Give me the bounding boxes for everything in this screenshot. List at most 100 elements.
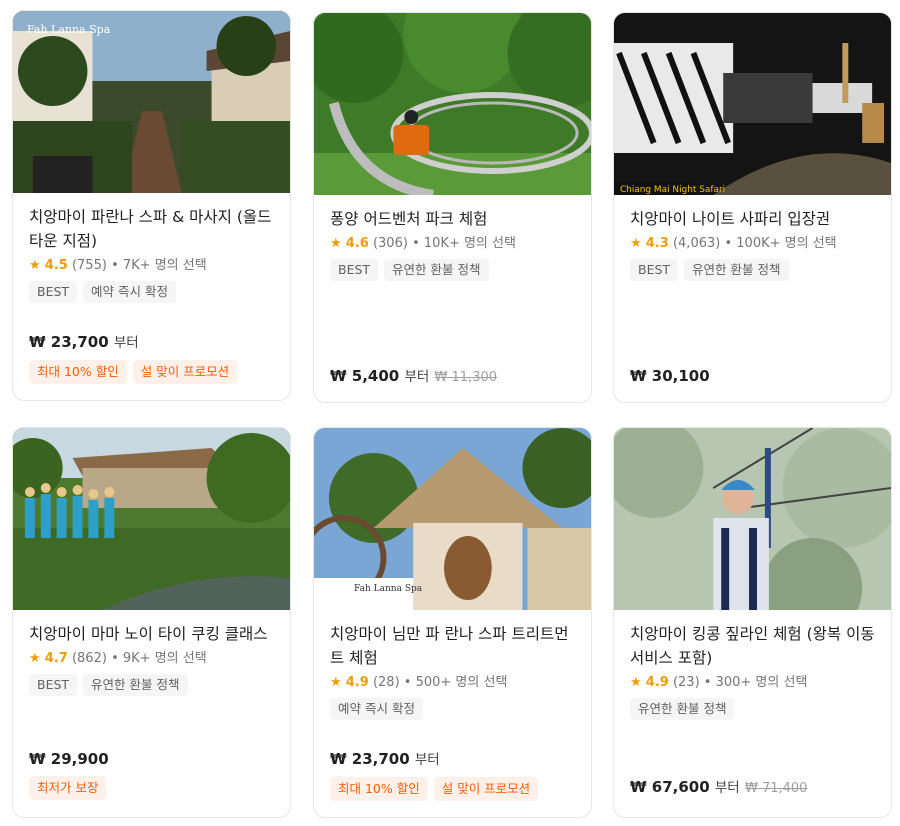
star-icon: ★ bbox=[29, 258, 41, 273]
promo-list: 최저가 보장 bbox=[29, 776, 274, 800]
card-body: 치앙마이 님만 파 란나 스파 트리트먼트 체험 ★ 4.9 (28) • 50… bbox=[314, 610, 591, 732]
spa-pavilion-image bbox=[314, 428, 591, 610]
promo-list: 최대 10% 할인 설 맞이 프로모션 bbox=[330, 777, 575, 801]
star-icon: ★ bbox=[630, 236, 642, 251]
card-image-spa-pavilion: Fah Lanna Spa bbox=[314, 428, 591, 610]
card-tags: BEST 유연한 환불 정책 bbox=[29, 674, 274, 696]
original-price: ₩ 71,400 bbox=[744, 781, 808, 796]
jungle-coaster-image bbox=[314, 13, 591, 195]
card-tags: 유연한 환불 정책 bbox=[630, 698, 875, 720]
tag-badge: 예약 즉시 확정 bbox=[83, 281, 176, 303]
card-price-area: ₩ 30,100 bbox=[630, 365, 875, 387]
tag-badge: 유연한 환불 정책 bbox=[630, 698, 735, 720]
card-body: 치앙마이 킹콩 짚라인 체험 (왕복 이동 서비스 포함) ★ 4.9 (23)… bbox=[614, 610, 891, 732]
card-rating-row: ★ 4.9 (28) • 500+ 명의 선택 bbox=[330, 674, 575, 692]
card-price-area: ₩ 23,700 부터 최대 10% 할인 설 맞이 프로모션 bbox=[330, 748, 575, 801]
card-price: ₩ 67,600 부터 ₩ 71,400 bbox=[630, 776, 875, 800]
booking-count: • 10K+ 명의 선택 bbox=[412, 236, 516, 251]
review-count: (4,063) bbox=[672, 236, 721, 251]
price-suffix: 부터 bbox=[414, 752, 440, 768]
card-price: ₩ 23,700 부터 bbox=[29, 331, 274, 354]
rating-value: 4.9 bbox=[645, 675, 669, 690]
night-safari-image: Chiang Mai Night Safari bbox=[614, 13, 891, 195]
card-price-area: ₩ 23,700 부터 최대 10% 할인 설 맞이 프로모션 bbox=[29, 331, 274, 384]
review-count: (23) bbox=[672, 675, 700, 690]
review-count: (755) bbox=[71, 258, 107, 273]
activity-card[interactable]: Chiang Mai Night Safari 치앙마이 나이트 사파리 입장권… bbox=[613, 12, 892, 403]
star-icon: ★ bbox=[330, 675, 342, 690]
card-title[interactable]: 치앙마이 킹콩 짚라인 체험 (왕복 이동 서비스 포함) bbox=[630, 622, 875, 670]
activity-card[interactable]: 치앙마이 마마 노이 타이 쿠킹 클래스 ★ 4.7 (862) • 9K+ 명… bbox=[12, 427, 291, 818]
star-icon: ★ bbox=[29, 651, 41, 666]
card-body: 치앙마이 마마 노이 타이 쿠킹 클래스 ★ 4.7 (862) • 9K+ 명… bbox=[13, 610, 290, 708]
review-count: (862) bbox=[71, 651, 107, 666]
activity-grid: Fah Lanna Spa 치앙마이 파란나 스파 & 마사지 (올드 타운 지… bbox=[0, 0, 900, 826]
card-price-area: ₩ 29,900 최저가 보장 bbox=[29, 748, 274, 800]
tag-badge: BEST bbox=[630, 259, 679, 281]
card-rating-row: ★ 4.7 (862) • 9K+ 명의 선택 bbox=[29, 650, 274, 668]
card-price: ₩ 23,700 부터 bbox=[330, 748, 575, 771]
card-title[interactable]: 치앙마이 나이트 사파리 입장권 bbox=[630, 207, 875, 231]
rating-value: 4.9 bbox=[345, 675, 369, 690]
card-rating-row: ★ 4.6 (306) • 10K+ 명의 선택 bbox=[330, 235, 575, 253]
star-icon: ★ bbox=[330, 236, 342, 251]
card-body: 퐁양 어드벤처 파크 체험 ★ 4.6 (306) • 10K+ 명의 선택 B… bbox=[314, 195, 591, 293]
booking-count: • 7K+ 명의 선택 bbox=[111, 258, 207, 273]
card-price: ₩ 29,900 bbox=[29, 748, 274, 770]
card-image-cooking-class bbox=[13, 428, 290, 610]
price-value: ₩ 30,100 bbox=[630, 367, 710, 385]
rating-value: 4.6 bbox=[345, 236, 369, 251]
tag-badge: 유연한 환불 정책 bbox=[684, 259, 789, 281]
booking-count: • 100K+ 명의 선택 bbox=[724, 236, 837, 251]
card-rating-row: ★ 4.9 (23) • 300+ 명의 선택 bbox=[630, 674, 875, 692]
star-icon: ★ bbox=[630, 675, 642, 690]
card-tags: BEST 예약 즉시 확정 bbox=[29, 281, 274, 303]
svg-text:Chiang Mai Night Safari: Chiang Mai Night Safari bbox=[620, 185, 725, 195]
booking-count: • 300+ 명의 선택 bbox=[703, 675, 808, 690]
spa-logo-text: Fah Lanna Spa bbox=[27, 23, 111, 36]
cooking-class-image bbox=[13, 428, 290, 610]
tag-badge: 예약 즉시 확정 bbox=[330, 698, 423, 720]
card-tags: BEST 유연한 환불 정책 bbox=[330, 259, 575, 281]
price-value: ₩ 67,600 bbox=[630, 778, 710, 796]
activity-card[interactable]: Fah Lanna Spa 치앙마이 님만 파 란나 스파 트리트먼트 체험 ★… bbox=[313, 427, 592, 818]
card-price-area: ₩ 5,400 부터 ₩ 11,300 bbox=[330, 365, 575, 389]
price-value: ₩ 23,700 bbox=[29, 333, 109, 351]
card-body: 치앙마이 파란나 스파 & 마사지 (올드 타운 지점) ★ 4.5 (755)… bbox=[13, 193, 290, 315]
booking-count: • 500+ 명의 선택 bbox=[403, 675, 508, 690]
card-image-jungle-coaster bbox=[314, 13, 591, 195]
card-title[interactable]: 치앙마이 파란나 스파 & 마사지 (올드 타운 지점) bbox=[29, 205, 274, 253]
tag-badge: 유연한 환불 정책 bbox=[83, 674, 188, 696]
price-suffix: 부터 bbox=[113, 335, 139, 351]
activity-card[interactable]: 퐁양 어드벤처 파크 체험 ★ 4.6 (306) • 10K+ 명의 선택 B… bbox=[313, 12, 592, 403]
promo-badge: 최대 10% 할인 bbox=[330, 777, 428, 801]
card-title[interactable]: 치앙마이 마마 노이 타이 쿠킹 클래스 bbox=[29, 622, 274, 646]
price-value: ₩ 23,700 bbox=[330, 750, 410, 768]
activity-card[interactable]: Fah Lanna Spa 치앙마이 파란나 스파 & 마사지 (올드 타운 지… bbox=[12, 10, 291, 401]
zipline-image bbox=[614, 428, 891, 610]
promo-badge: 설 맞이 프로모션 bbox=[132, 360, 238, 384]
spa-logo-text: Fah Lanna Spa bbox=[354, 584, 423, 594]
card-price: ₩ 5,400 부터 ₩ 11,300 bbox=[330, 365, 575, 389]
promo-badge: 최저가 보장 bbox=[29, 776, 107, 800]
rating-value: 4.3 bbox=[645, 236, 669, 251]
tag-badge: BEST bbox=[29, 674, 78, 696]
card-price: ₩ 30,100 bbox=[630, 365, 875, 387]
card-tags: 예약 즉시 확정 bbox=[330, 698, 575, 720]
tag-badge: BEST bbox=[29, 281, 78, 303]
card-image-night-safari: Chiang Mai Night Safari bbox=[614, 13, 891, 195]
booking-count: • 9K+ 명의 선택 bbox=[111, 651, 207, 666]
promo-badge: 최대 10% 할인 bbox=[29, 360, 127, 384]
card-price-area: ₩ 67,600 부터 ₩ 71,400 bbox=[630, 776, 875, 800]
tag-badge: 유연한 환불 정책 bbox=[384, 259, 489, 281]
card-image-zipline bbox=[614, 428, 891, 610]
card-tags: BEST 유연한 환불 정책 bbox=[630, 259, 875, 281]
card-title[interactable]: 퐁양 어드벤처 파크 체험 bbox=[330, 207, 575, 231]
price-suffix: 부터 bbox=[404, 369, 430, 385]
activity-card[interactable]: 치앙마이 킹콩 짚라인 체험 (왕복 이동 서비스 포함) ★ 4.9 (23)… bbox=[613, 427, 892, 818]
price-value: ₩ 29,900 bbox=[29, 750, 109, 768]
rating-value: 4.7 bbox=[44, 651, 68, 666]
card-title[interactable]: 치앙마이 님만 파 란나 스파 트리트먼트 체험 bbox=[330, 622, 575, 670]
price-suffix: 부터 bbox=[714, 780, 740, 796]
promo-list: 최대 10% 할인 설 맞이 프로모션 bbox=[29, 360, 274, 384]
